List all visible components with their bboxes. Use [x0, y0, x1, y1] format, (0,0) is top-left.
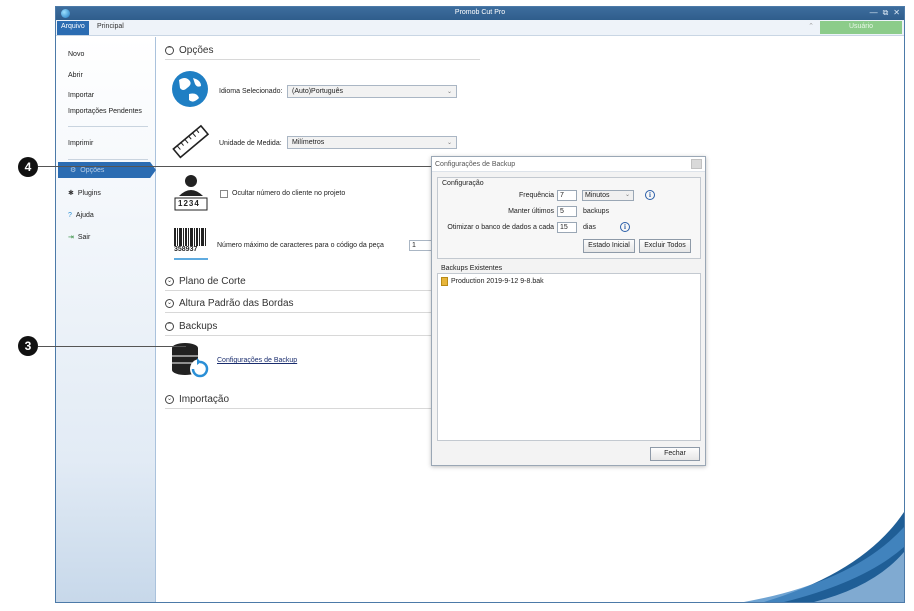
database-backup-icon	[172, 343, 210, 379]
keep-unit: backups	[583, 208, 610, 215]
chevron-down-icon: ⌄	[624, 192, 630, 198]
unit-label: Unidade de Medida:	[219, 140, 282, 147]
backup-file-name: Production 2019-9-12 9-8.bak	[451, 278, 544, 285]
optimize-label: Otimizar o banco de dados a cada	[447, 224, 554, 231]
decorative-swoosh	[744, 512, 904, 602]
keep-label: Manter últimos	[508, 208, 554, 215]
config-group: Configuração Frequência 7 Minutos ⌄ i Ma…	[437, 177, 701, 259]
list-item[interactable]: Production 2019-9-12 9-8.bak	[441, 277, 544, 286]
sidebar-item-help[interactable]: ? Ajuda	[68, 212, 94, 219]
info-icon[interactable]: i	[620, 222, 630, 232]
keep-input[interactable]: 5	[557, 206, 577, 217]
barcode-icon	[174, 228, 208, 260]
section-import[interactable]: ⌄ Importação	[165, 394, 229, 405]
archive-file-icon	[441, 277, 448, 286]
callout-line-3	[38, 346, 186, 347]
minimize-icon[interactable]: —	[870, 8, 878, 18]
section-options[interactable]: ⌃ Opções	[165, 45, 213, 56]
sidebar-item-plugins[interactable]: ✱ Plugins	[68, 189, 101, 198]
sidebar-item-label: Ajuda	[75, 212, 94, 219]
frequency-unit-select[interactable]: Minutos ⌄	[582, 190, 634, 201]
restore-icon[interactable]: ⧉	[883, 8, 889, 18]
language-value: (Auto)Português	[292, 88, 343, 95]
window-title: Promob Cut Pro	[454, 9, 506, 16]
sidebar-item-label: Opções	[80, 166, 105, 174]
unit-select[interactable]: Milímetros ⌄	[287, 136, 457, 149]
sidebar-item-exit[interactable]: ⇥ Sair	[68, 233, 91, 242]
chevron-up-icon: ⌃	[165, 46, 174, 55]
callout-marker-3: 3	[18, 336, 38, 356]
chevron-down-icon: ⌄	[165, 277, 174, 286]
exit-icon: ⇥	[68, 234, 74, 241]
backup-list[interactable]: Production 2019-9-12 9-8.bak	[437, 273, 701, 441]
section-cut-plan[interactable]: ⌄ Plano de Corte	[165, 276, 246, 287]
section-title: Opções	[179, 45, 214, 56]
sidebar-item-options[interactable]: ⚙ Opções	[70, 166, 105, 175]
sidebar-item-label: Sair	[77, 233, 91, 241]
callout-marker-4: 4	[18, 157, 38, 177]
close-button[interactable]: Fechar	[650, 447, 700, 461]
language-label: Idioma Selecionado:	[219, 88, 283, 95]
backstage-sidebar: Novo Abrir Importar Importações Pendente…	[56, 37, 156, 602]
config-group-title: Configuração	[442, 180, 484, 187]
initial-state-button[interactable]: Estado Inicial	[583, 239, 635, 253]
barcode-number: 358937	[174, 246, 198, 253]
chevron-down-icon: ⌄	[165, 299, 174, 308]
chevron-down-icon: ⌄	[446, 89, 452, 95]
section-title: Altura Padrão das Bordas	[179, 298, 294, 309]
sidebar-item-label: Plugins	[77, 189, 101, 197]
ribbon: Arquivo Principal ⌃ Usuário	[56, 20, 904, 36]
chevron-down-icon: ⌄	[446, 140, 452, 146]
chevron-up-icon: ⌃	[165, 322, 174, 331]
backup-settings-link[interactable]: Configurações de Backup	[217, 357, 297, 364]
menu-new[interactable]: Novo	[68, 51, 84, 58]
backup-settings-dialog: Configurações de Backup Configuração Fre…	[431, 156, 706, 466]
section-title: Importação	[179, 394, 230, 405]
sidebar-divider	[68, 126, 148, 127]
unit-value: Milímetros	[292, 139, 325, 146]
collapse-ribbon-icon[interactable]: ⌃	[808, 22, 814, 30]
ruler-icon	[172, 124, 210, 159]
menu-pending-imports[interactable]: Importações Pendentes	[68, 108, 142, 115]
close-icon[interactable]: ✕	[893, 8, 900, 18]
hide-client-checkbox[interactable]	[220, 190, 228, 198]
optimize-unit: dias	[583, 224, 596, 231]
existing-backups-title: Backups Existentes	[441, 265, 503, 272]
section-title: Backups	[179, 321, 218, 332]
help-icon: ?	[68, 212, 72, 219]
menu-print[interactable]: Imprimir	[68, 140, 93, 147]
delete-all-button[interactable]: Excluir Todos	[639, 239, 691, 253]
section-title: Plano de Corte	[179, 276, 246, 287]
client-badge-text: 1234	[178, 199, 200, 208]
globe-icon	[172, 71, 208, 107]
dialog-title: Configurações de Backup	[432, 157, 705, 172]
optimize-input[interactable]: 15	[557, 222, 577, 233]
chevron-down-icon: ⌄	[165, 395, 174, 404]
language-select[interactable]: (Auto)Português ⌄	[287, 85, 457, 98]
menu-import[interactable]: Importar	[68, 92, 94, 99]
tab-arquivo[interactable]: Arquivo	[57, 21, 89, 35]
callout-line-4	[38, 166, 431, 167]
section-backups[interactable]: ⌃ Backups	[165, 321, 217, 332]
user-button[interactable]: Usuário	[820, 21, 902, 34]
dialog-close-button[interactable]	[691, 159, 702, 169]
title-bar: Promob Cut Pro — ⧉ ✕	[56, 7, 904, 20]
section-edge-height[interactable]: ⌄ Altura Padrão das Bordas	[165, 298, 294, 309]
tab-principal[interactable]: Principal	[93, 21, 128, 35]
section-divider	[165, 59, 480, 60]
info-icon[interactable]: i	[645, 190, 655, 200]
sidebar-divider	[68, 159, 148, 160]
window-controls: — ⧉ ✕	[870, 8, 900, 18]
frequency-label: Frequência	[518, 192, 554, 199]
gear-icon: ⚙	[70, 167, 77, 174]
max-chars-label: Número máximo de caracteres para o códig…	[217, 242, 384, 249]
frequency-input[interactable]: 7	[557, 190, 577, 201]
frequency-unit-value: Minutos	[585, 192, 610, 199]
hide-client-label: Ocultar número do cliente no projeto	[232, 190, 346, 197]
puzzle-icon: ✱	[68, 190, 74, 197]
menu-open[interactable]: Abrir	[68, 72, 83, 79]
